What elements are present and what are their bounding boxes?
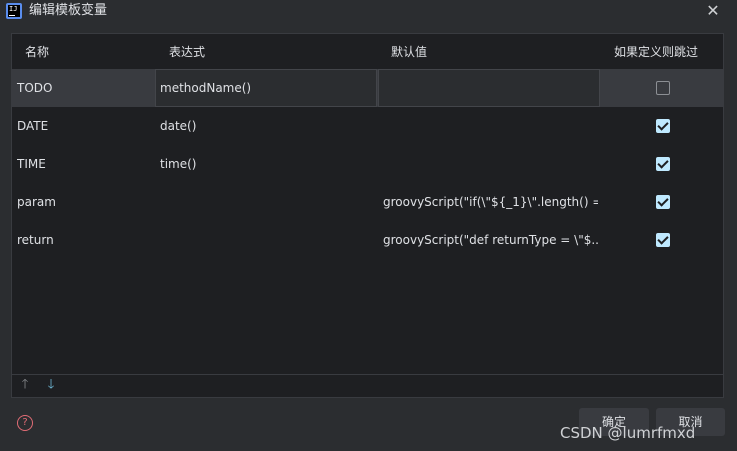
watermark: CSDN @lumrfmxd [560,424,696,442]
column-header-skip-if-defined[interactable]: 如果定义则跳过 [614,44,698,60]
cell-default-value[interactable] [383,145,598,183]
cell-default-value[interactable]: groovyScript("def returnType = \"$... [383,221,598,259]
table-toolbar: 🡑 🡓 [12,374,723,398]
skip-if-defined-checkbox[interactable] [656,233,670,247]
table-header: 名称 表达式 默认值 如果定义则跳过 [12,34,723,69]
cell-name[interactable]: return [17,221,153,259]
skip-if-defined-checkbox[interactable] [656,195,670,209]
column-header-name[interactable]: 名称 [25,44,49,60]
cell-expression[interactable] [160,183,370,221]
cell-expression[interactable]: time() [160,145,370,183]
cell-expression[interactable] [160,221,370,259]
app-icon-text: IJ [9,5,18,13]
table-row-date[interactable]: DATE date() [12,107,723,145]
title-bar: IJ 编辑模板变量 ✕ [0,0,737,24]
help-icon[interactable]: ? [17,415,33,431]
skip-if-defined-checkbox[interactable] [656,119,670,133]
cell-default-value[interactable] [383,107,598,145]
table-row-param[interactable]: param groovyScript("if(\"${_1}\".length(… [12,183,723,221]
arrow-up-icon[interactable]: 🡑 [18,378,32,392]
dialog-title: 编辑模板变量 [29,3,108,18]
variables-table: 名称 表达式 默认值 如果定义则跳过 TODO methodName() DAT… [11,33,724,398]
arrow-down-icon[interactable]: 🡓 [44,378,58,392]
cell-expression[interactable]: methodName() [155,69,377,107]
cell-name[interactable]: DATE [17,107,153,145]
column-header-expression[interactable]: 表达式 [169,44,205,60]
cell-name[interactable]: TODO [12,69,153,107]
table-row-return[interactable]: return groovyScript("def returnType = \"… [12,221,723,259]
cell-default-value[interactable]: groovyScript("if(\"${_1}\".length() =... [383,183,598,221]
close-icon[interactable]: ✕ [703,1,723,21]
column-header-default-value[interactable]: 默认值 [391,44,427,60]
intellij-app-icon: IJ [6,3,22,19]
cell-expression[interactable]: date() [160,107,370,145]
cell-name[interactable]: TIME [17,145,153,183]
cell-name[interactable]: param [17,183,153,221]
skip-if-defined-checkbox[interactable] [656,157,670,171]
table-row-todo[interactable]: TODO methodName() [12,69,723,107]
skip-if-defined-checkbox[interactable] [656,81,670,95]
cell-default-value[interactable] [378,69,600,107]
table-row-time[interactable]: TIME time() [12,145,723,183]
